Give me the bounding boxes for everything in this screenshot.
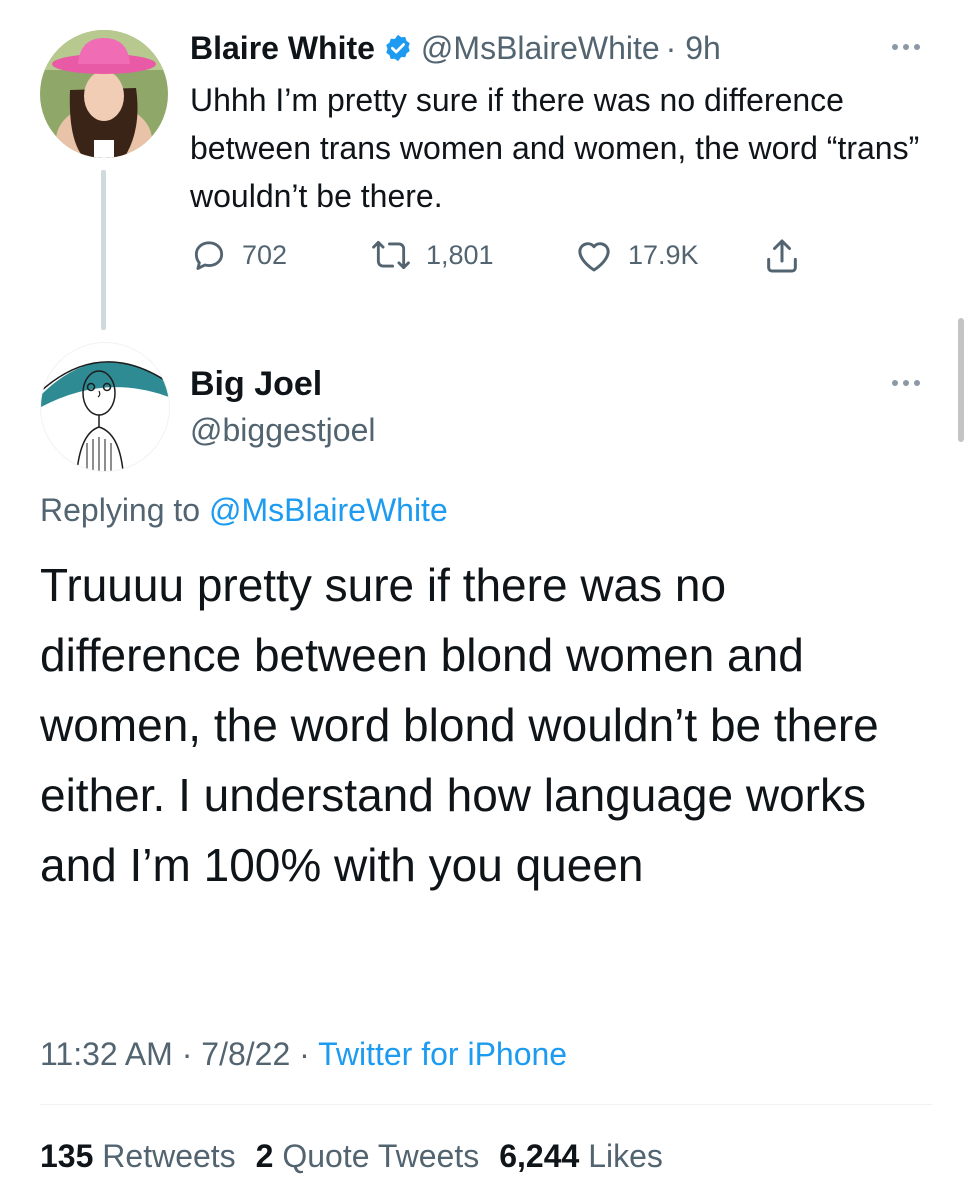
likes-stat[interactable]: 6,244 Likes xyxy=(499,1134,663,1178)
like-count: 17.9K xyxy=(628,239,699,270)
reply-more-icon[interactable] xyxy=(892,380,920,386)
tweet-text: Uhhh I’m pretty sure if there was no dif… xyxy=(190,82,920,214)
quote-tweets-stat[interactable]: 2 Quote Tweets xyxy=(256,1134,480,1178)
likes-count: 6,244 xyxy=(499,1138,580,1174)
scrollbar[interactable] xyxy=(958,318,964,442)
retweets-label: Retweets xyxy=(102,1138,236,1174)
share-button[interactable] xyxy=(762,236,802,281)
retweet-button[interactable]: 1,801 xyxy=(370,236,494,274)
replying-to: Replying to @MsBlaireWhite xyxy=(40,488,448,532)
retweet-count: 1,801 xyxy=(426,239,494,270)
share-icon xyxy=(767,239,797,273)
replying-to-handle[interactable]: @MsBlaireWhite xyxy=(209,492,448,528)
avatar-blaire-image xyxy=(40,30,168,158)
quote-tweets-label: Quote Tweets xyxy=(282,1138,480,1174)
reply-display-name[interactable]: Big Joel xyxy=(190,364,322,404)
divider xyxy=(40,1104,932,1105)
avatar-big-joel[interactable] xyxy=(40,342,170,472)
verified-badge-icon xyxy=(383,33,413,63)
quote-tweets-count: 2 xyxy=(255,1138,274,1174)
tweet-header: Blaire White @MsBlaireWhite · 9h xyxy=(190,28,721,68)
handle[interactable]: @MsBlaireWhite xyxy=(421,30,660,67)
retweets-stat[interactable]: 135 Retweets xyxy=(40,1134,236,1178)
tweet-time[interactable]: · 9h xyxy=(666,30,721,67)
reply-button[interactable]: 702 xyxy=(190,236,287,274)
likes-label: Likes xyxy=(588,1138,663,1174)
avatar-big-joel-image xyxy=(41,361,169,471)
avatar-blaire[interactable] xyxy=(40,30,168,158)
reply-count: 702 xyxy=(242,239,288,270)
like-button[interactable]: 17.9K xyxy=(574,236,699,274)
reply-icon xyxy=(194,241,224,270)
thread-line xyxy=(101,170,106,330)
like-icon xyxy=(578,242,610,272)
replying-to-label: Replying to xyxy=(40,492,201,528)
tweet-timestamp[interactable]: 11:32 AM · 7/8/22 · xyxy=(40,1036,318,1072)
retweets-count: 135 xyxy=(40,1138,94,1174)
retweet-icon xyxy=(372,240,410,270)
tweet-source[interactable]: Twitter for iPhone xyxy=(318,1036,567,1072)
more-icon[interactable] xyxy=(892,44,920,50)
reply-text: Truuuu pretty sure if there was no diffe… xyxy=(40,559,879,891)
display-name[interactable]: Blaire White xyxy=(190,30,375,67)
reply-handle[interactable]: @biggestjoel xyxy=(190,410,375,450)
tweet-metadata: 11:32 AM · 7/8/22 · Twitter for iPhone xyxy=(40,1032,567,1076)
engagement-stats: 135 Retweets 2 Quote Tweets 6,244 Likes xyxy=(40,1134,663,1178)
